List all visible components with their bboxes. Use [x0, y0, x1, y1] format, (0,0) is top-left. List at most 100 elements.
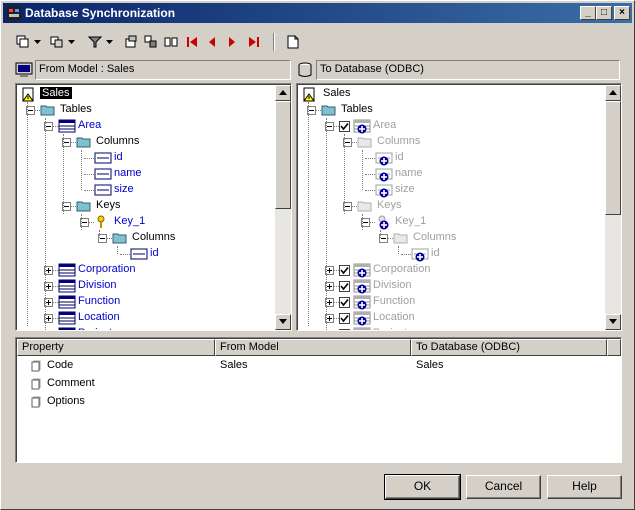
sync-checkbox[interactable]: [339, 297, 350, 308]
tree-node-label: Columns: [377, 135, 421, 147]
maximize-button[interactable]: □: [596, 6, 612, 20]
sync-checkbox[interactable]: [339, 265, 350, 276]
properties-icon[interactable]: [123, 34, 139, 50]
scroll-thumb[interactable]: [605, 101, 621, 215]
property-row[interactable]: Options: [16, 393, 616, 411]
tree-node[interactable]: Location: [16, 310, 291, 326]
table-icon: [353, 294, 371, 310]
tree-node-label: Function: [373, 295, 416, 307]
table-icon: [58, 278, 76, 294]
sync-checkbox[interactable]: [339, 313, 350, 324]
title-bar[interactable]: Database Synchronization _ □ ×: [3, 3, 632, 23]
first-difference-icon[interactable]: [185, 34, 199, 50]
close-button[interactable]: ×: [614, 6, 630, 20]
expand-icon[interactable]: [325, 330, 334, 331]
sync-checkbox[interactable]: [339, 121, 350, 132]
tree-node[interactable]: Key_1: [297, 214, 597, 230]
tree-node[interactable]: Columns: [16, 230, 291, 246]
tree-node[interactable]: id: [297, 150, 597, 166]
scroll-down-button[interactable]: [275, 314, 291, 330]
scroll-up-button[interactable]: [275, 85, 291, 101]
tree-node[interactable]: id: [16, 246, 291, 262]
column-header-property[interactable]: Property: [17, 339, 215, 356]
expand-icon[interactable]: [44, 330, 53, 331]
tree-connector: [398, 246, 399, 254]
tree-node[interactable]: Sales: [16, 86, 291, 102]
sync-checkbox[interactable]: [339, 329, 350, 330]
from-model-tree[interactable]: Sales Tables Area Columns id name size Keys Key_…: [15, 83, 292, 331]
next-difference-icon[interactable]: [225, 34, 239, 50]
column-header-from-model[interactable]: From Model: [215, 339, 411, 356]
toolbar-separator: [273, 33, 275, 51]
tree-node[interactable]: Location: [297, 310, 597, 326]
tree-node[interactable]: Keys: [16, 198, 291, 214]
left-vertical-scrollbar[interactable]: [275, 85, 291, 330]
dropdown-icon[interactable]: [105, 34, 113, 50]
last-difference-icon[interactable]: [247, 34, 261, 50]
tree-node[interactable]: size: [16, 182, 291, 198]
folder-icon: [357, 198, 375, 214]
tree-node[interactable]: Tables: [297, 102, 597, 118]
minimize-button[interactable]: _: [580, 6, 596, 20]
select-all-icon[interactable]: [15, 34, 31, 50]
tree-connector: [27, 102, 28, 326]
tree-node[interactable]: Keys: [297, 198, 597, 214]
tree-node[interactable]: id: [16, 150, 291, 166]
property-row[interactable]: Code Sales Sales: [16, 357, 616, 375]
filter-icon[interactable]: [87, 34, 103, 50]
folder-icon: [321, 102, 339, 118]
report-icon[interactable]: [285, 34, 301, 50]
tree-connector: [45, 118, 46, 330]
dropdown-icon[interactable]: [33, 34, 41, 50]
tree-node[interactable]: Columns: [297, 134, 597, 150]
model-icon: [303, 86, 321, 102]
tree-node[interactable]: Corporation: [297, 262, 597, 278]
tree-node[interactable]: Function: [297, 294, 597, 310]
arrow-down-icon: [609, 319, 617, 324]
tree-node-label: Sales: [323, 87, 351, 99]
side-by-side-icon[interactable]: [163, 34, 179, 50]
tree-connector: [120, 254, 130, 255]
tree-node[interactable]: Sales: [297, 86, 597, 102]
compare-icon[interactable]: [143, 34, 159, 50]
tree-node[interactable]: Area: [297, 118, 597, 134]
scroll-down-button[interactable]: [605, 314, 621, 330]
tree-node[interactable]: Tables: [16, 102, 291, 118]
tree-node-label: Corporation: [373, 263, 431, 275]
model-icon: [22, 86, 40, 102]
to-database-header: To Database (ODBC): [316, 60, 620, 80]
tree-node[interactable]: Project: [16, 326, 291, 331]
dropdown-icon[interactable]: [67, 34, 75, 50]
property-table[interactable]: Property From Model To Database (ODBC) C…: [15, 337, 622, 463]
tree-node[interactable]: name: [16, 166, 291, 182]
tree-node[interactable]: Columns: [16, 134, 291, 150]
right-vertical-scrollbar[interactable]: [605, 85, 621, 330]
folder-icon: [40, 102, 58, 118]
tree-node[interactable]: Division: [297, 278, 597, 294]
scroll-thumb[interactable]: [275, 101, 291, 209]
property-name: Code: [47, 359, 74, 371]
cancel-button[interactable]: Cancel: [466, 475, 541, 499]
tree-node[interactable]: Key_1: [16, 214, 291, 230]
ok-button[interactable]: OK: [384, 474, 461, 500]
tree-node[interactable]: id: [297, 246, 597, 262]
tree-node[interactable]: name: [297, 166, 597, 182]
help-button[interactable]: Help: [547, 475, 622, 499]
table-icon: [353, 326, 371, 330]
scroll-up-button[interactable]: [605, 85, 621, 101]
merge-icon[interactable]: [49, 34, 65, 50]
tree-node[interactable]: Corporation: [16, 262, 291, 278]
tree-node[interactable]: Function: [16, 294, 291, 310]
tree-node[interactable]: Area: [16, 118, 291, 134]
tree-node-label: Keys: [377, 199, 402, 211]
tree-node[interactable]: Columns: [297, 230, 597, 246]
tree-node[interactable]: size: [297, 182, 597, 198]
column-header-to-database[interactable]: To Database (ODBC): [411, 339, 607, 356]
property-row[interactable]: Comment: [16, 375, 616, 393]
to-database-tree[interactable]: Sales Tables Area Columns id name size Keys Key_…: [296, 83, 622, 331]
previous-difference-icon[interactable]: [205, 34, 219, 50]
tree-node[interactable]: Division: [16, 278, 291, 294]
column-icon: [375, 166, 393, 182]
sync-checkbox[interactable]: [339, 281, 350, 292]
tree-node[interactable]: Project: [297, 326, 597, 331]
